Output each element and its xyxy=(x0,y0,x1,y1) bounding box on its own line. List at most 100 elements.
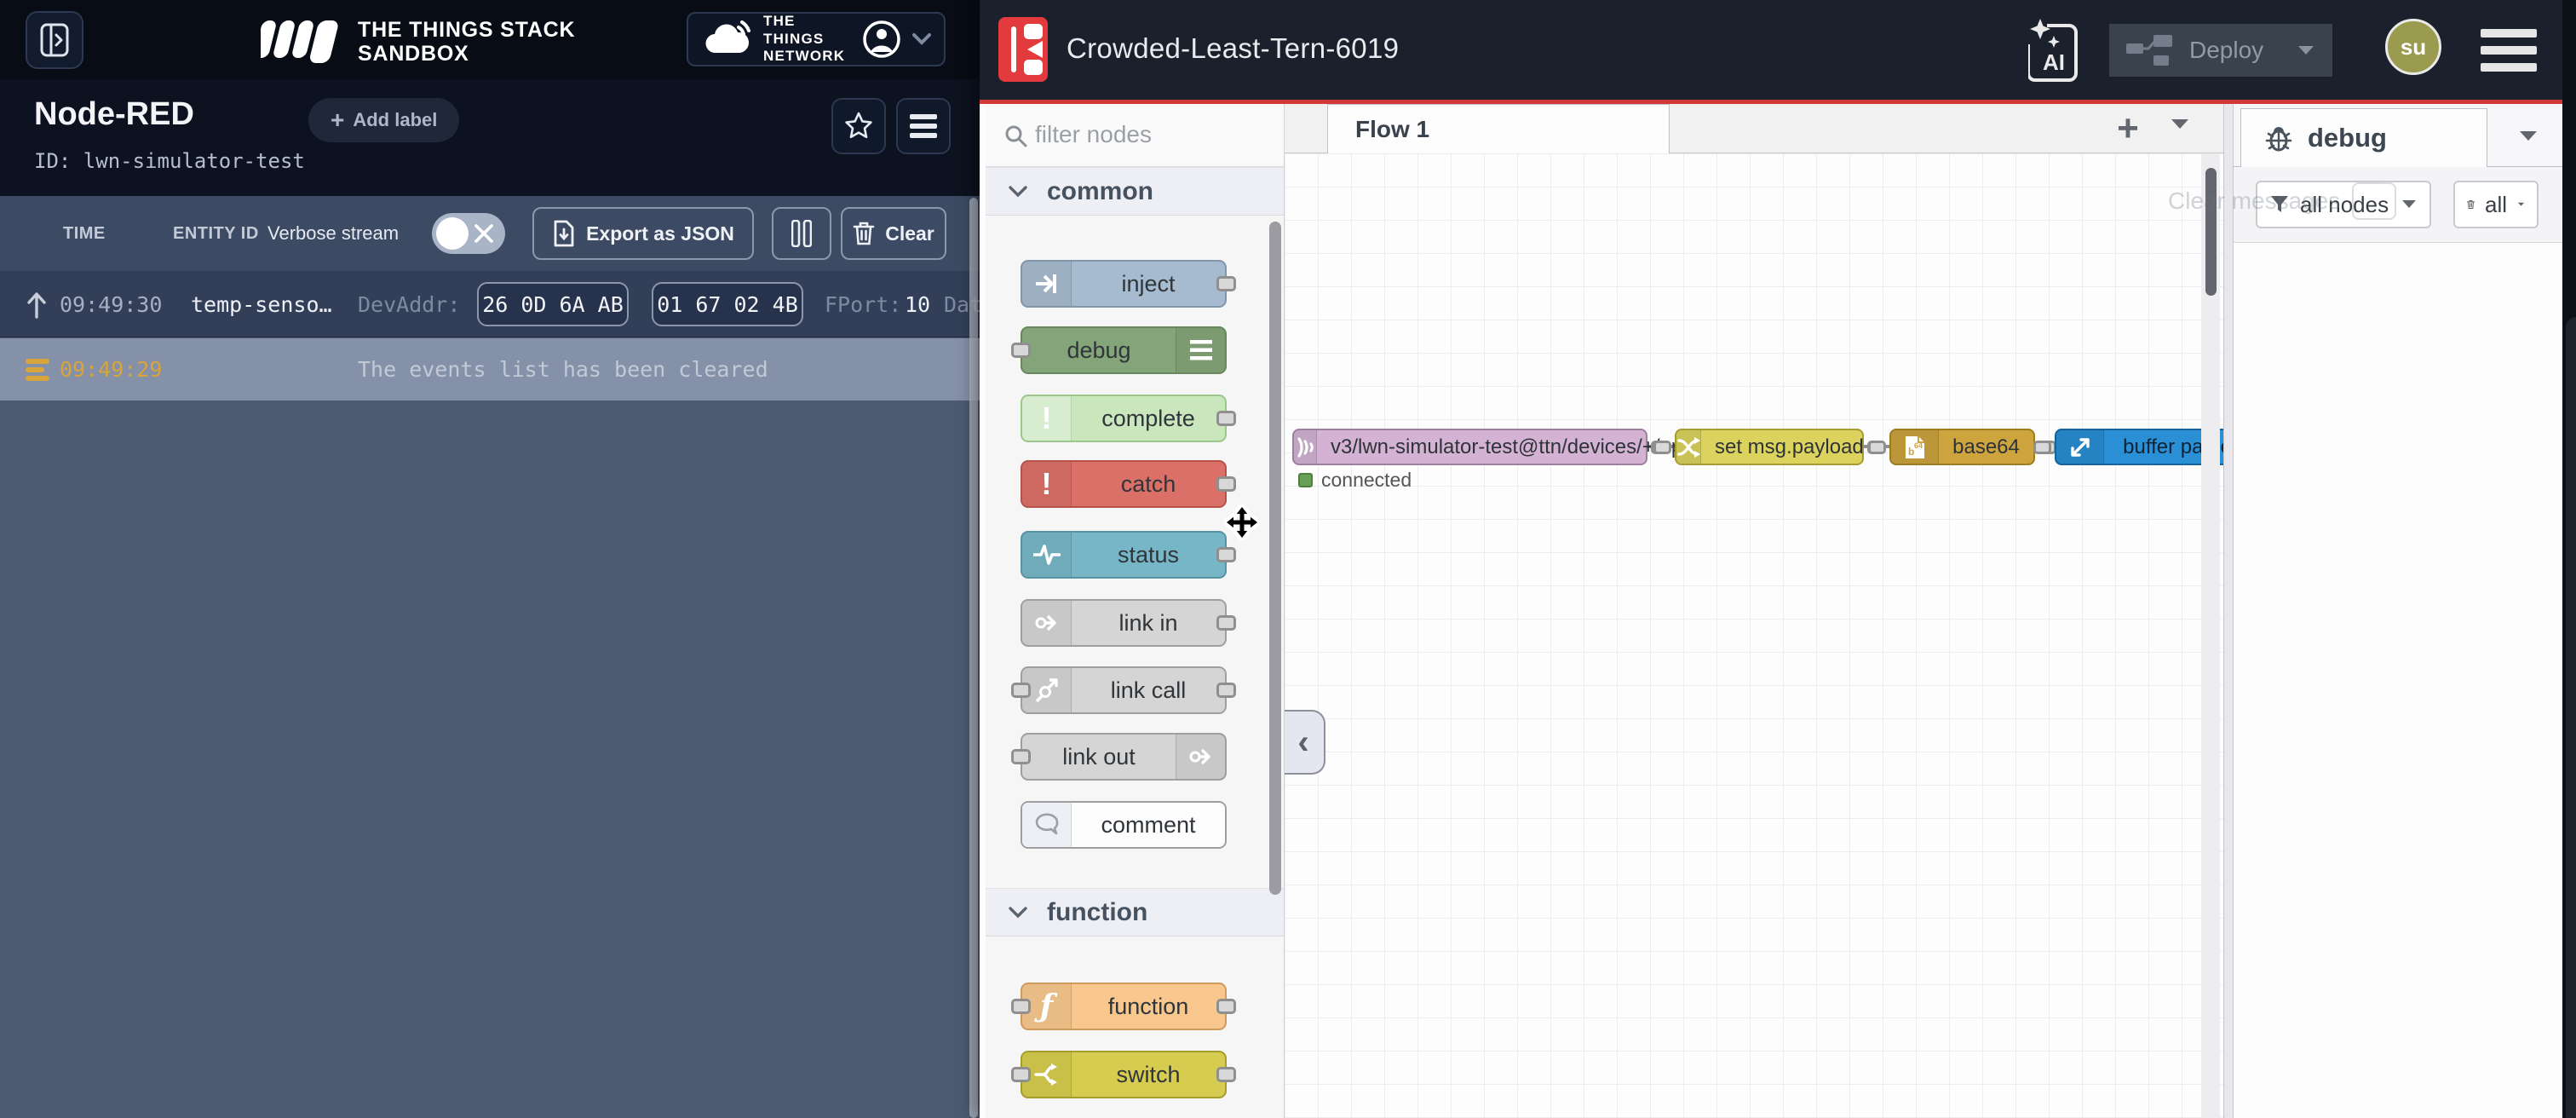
funnel-icon xyxy=(2269,194,2290,215)
tts-logo-line2: SANDBOX xyxy=(358,42,575,66)
inject-icon xyxy=(1022,262,1072,306)
background-window-edge xyxy=(2562,0,2576,1118)
input-port[interactable] xyxy=(1011,749,1031,764)
palette-section-function[interactable]: function xyxy=(986,888,1284,936)
network-label-line1: THE THINGS xyxy=(763,13,852,48)
tab-debug[interactable]: debug xyxy=(2240,108,2487,167)
debug-filter-button[interactable]: all nodes xyxy=(2256,181,2431,228)
flow-node-mqtt-in[interactable]: v3/lwn-simulator-test@ttn/devices/+/up xyxy=(1292,429,1647,465)
stream-event-icon xyxy=(24,357,51,383)
event-row-cleared[interactable]: 09:49:29 The events list has been cleare… xyxy=(0,338,980,401)
output-port[interactable] xyxy=(1216,1067,1236,1082)
clear-events-button[interactable]: Clear xyxy=(841,207,946,260)
deploy-button[interactable]: Deploy xyxy=(2109,24,2332,77)
add-flow-button[interactable]: + xyxy=(2109,111,2147,147)
palette-node-comment[interactable]: comment xyxy=(1021,801,1227,849)
change-icon xyxy=(1676,430,1701,464)
palette-node-function[interactable]: ƒ function xyxy=(1021,983,1227,1030)
trash-icon xyxy=(853,221,875,246)
buffer-parser-icon xyxy=(2056,430,2104,464)
palette-node-complete[interactable]: ! complete xyxy=(1021,395,1227,442)
deploy-caret-icon[interactable] xyxy=(2297,44,2315,56)
tab-flow-1[interactable]: Flow 1 xyxy=(1327,104,1670,153)
palette-node-link-out[interactable]: link out xyxy=(1021,733,1227,781)
palette-section-common[interactable]: common xyxy=(986,167,1284,216)
palette-collapse-button[interactable]: ‹ xyxy=(1285,710,1325,775)
verbose-stream-toggle[interactable] xyxy=(432,213,505,254)
pause-icon xyxy=(791,220,812,247)
flow-node-buffer-parser[interactable]: buffer parser xyxy=(2055,429,2223,465)
cloud-icon xyxy=(704,20,753,58)
comment-icon xyxy=(1022,803,1072,847)
output-port[interactable] xyxy=(1216,276,1236,291)
input-port[interactable] xyxy=(1011,999,1031,1014)
devaddr-label: DevAddr: xyxy=(358,292,460,317)
input-port[interactable] xyxy=(1868,441,1886,454)
output-port[interactable] xyxy=(1216,411,1236,426)
column-header-entity-id: ENTITY ID xyxy=(173,224,259,244)
add-label-button[interactable]: + Add label xyxy=(308,98,459,142)
output-port[interactable] xyxy=(1216,476,1236,492)
canvas-scrollbar[interactable] xyxy=(2205,168,2217,296)
user-avatar[interactable]: su xyxy=(2385,19,2441,75)
tts-logo: THE THINGS STACK SANDBOX xyxy=(261,15,575,68)
deploy-label: Deploy xyxy=(2189,37,2263,64)
export-file-icon xyxy=(552,220,576,247)
canvas-grid[interactable] xyxy=(1285,153,2223,1118)
ai-assistant-button[interactable]: AI xyxy=(2028,19,2078,82)
palette-node-status[interactable]: status xyxy=(1021,531,1227,579)
palette-node-debug[interactable]: debug xyxy=(1021,326,1227,374)
sidebar-toggle-button[interactable] xyxy=(26,11,83,69)
input-port[interactable] xyxy=(1011,683,1031,698)
palette-node-inject[interactable]: inject xyxy=(1021,260,1227,308)
flow-node-base64[interactable]: b64 base64 xyxy=(1889,429,2035,465)
deploy-icon xyxy=(2126,33,2174,67)
output-port[interactable] xyxy=(1216,999,1236,1014)
tts-flag-icon xyxy=(261,15,346,68)
output-port[interactable] xyxy=(1216,547,1236,562)
chevron-down-icon xyxy=(911,32,932,46)
devaddr-chip[interactable]: 26 0D 6A AB xyxy=(477,282,629,326)
palette-node-link-call[interactable]: link call xyxy=(1021,666,1227,714)
filter-nodes-input[interactable] xyxy=(1035,104,1274,165)
canvas-scroll-track[interactable] xyxy=(2201,153,2220,1118)
payload-chip[interactable]: 01 67 02 4B xyxy=(652,282,803,326)
output-port[interactable] xyxy=(1216,615,1236,631)
input-port[interactable] xyxy=(2033,441,2051,454)
bookmark-button[interactable] xyxy=(831,98,886,154)
tab-list-caret-icon[interactable] xyxy=(2169,116,2191,131)
flow-node-change[interactable]: set msg.payload xyxy=(1675,429,1864,465)
sidebar-resize-handle[interactable] xyxy=(2223,104,2234,1118)
context-menu-button[interactable] xyxy=(896,98,951,154)
palette-node-link-in[interactable]: link in xyxy=(1021,599,1227,647)
event-row-uplink[interactable]: 09:49:30 temp-senso… DevAddr: 26 0D 6A A… xyxy=(0,271,980,337)
debug-clear-button[interactable]: all xyxy=(2453,181,2539,228)
close-icon xyxy=(473,222,495,245)
plus-icon: + xyxy=(331,107,344,134)
complete-icon: ! xyxy=(1022,396,1072,441)
network-label-line2: NETWORK xyxy=(763,48,852,65)
output-port[interactable] xyxy=(1216,683,1236,698)
screen: THE THINGS STACK SANDBOX THE THINGS NETW… xyxy=(0,0,2576,1118)
panel-toggle-icon xyxy=(40,23,69,57)
palette-scrollbar[interactable] xyxy=(1269,222,1281,895)
status-connected-dot xyxy=(1298,473,1313,487)
export-json-button[interactable]: Export as JSON xyxy=(532,207,754,260)
flow-tabbar: Flow 1 + xyxy=(1285,104,2223,153)
main-menu-button[interactable] xyxy=(2481,29,2537,72)
flow-canvas[interactable]: Flow 1 + v3/lwn-simulator-test@ttn/devic… xyxy=(1285,104,2223,1118)
events-scrollbar[interactable] xyxy=(969,198,978,1118)
nodered-header: Crowded-Least-Tern-6019 AI Deploy xyxy=(980,0,2562,100)
palette-node-catch[interactable]: ! catch xyxy=(1021,460,1227,508)
avatar-initials: su xyxy=(2401,34,2426,61)
star-icon xyxy=(843,111,874,141)
sidebar-caret-icon[interactable] xyxy=(2516,128,2540,143)
pause-stream-button[interactable] xyxy=(772,207,831,260)
input-port[interactable] xyxy=(1011,343,1031,358)
ttn-page-header: Node-RED + Add label ID: lwn-simulator-t… xyxy=(0,79,980,196)
user-avatar-icon xyxy=(862,20,901,59)
input-port[interactable] xyxy=(1653,441,1671,454)
input-port[interactable] xyxy=(1011,1067,1031,1082)
network-selector-button[interactable]: THE THINGS NETWORK xyxy=(687,12,946,66)
palette-node-switch[interactable]: switch xyxy=(1021,1051,1227,1098)
